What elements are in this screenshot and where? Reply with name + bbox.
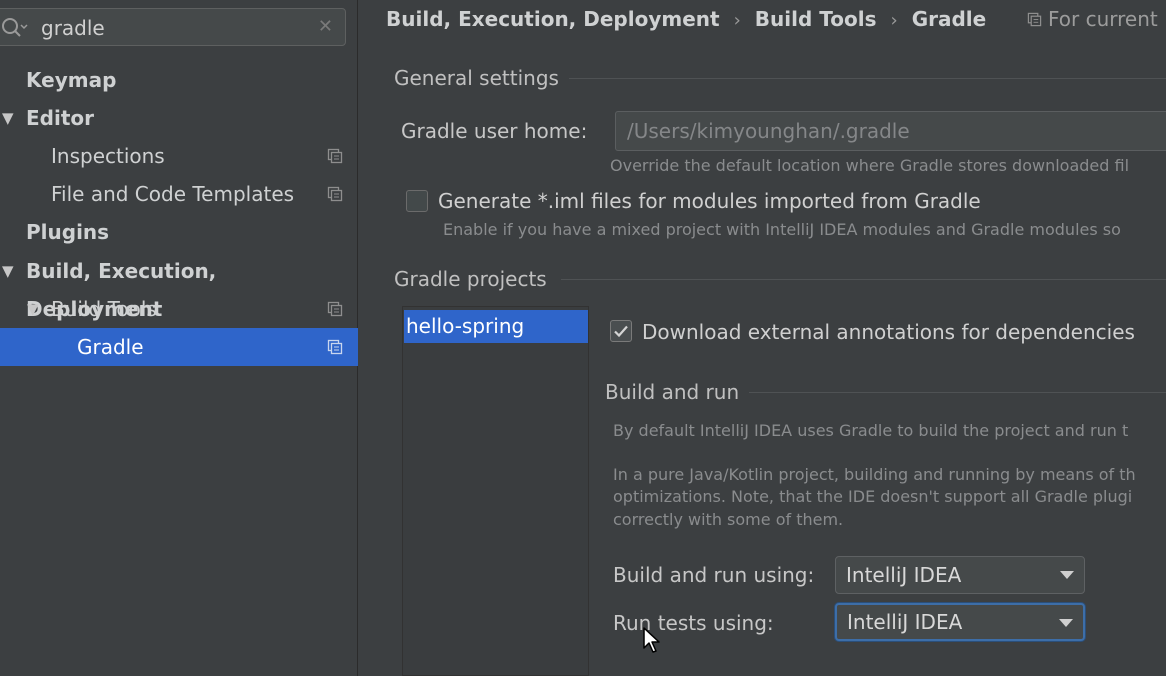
- search-input[interactable]: gradle: [41, 16, 105, 40]
- generate-iml-checkbox[interactable]: [406, 190, 428, 212]
- project-scope-icon: [327, 186, 343, 202]
- breadcrumb-item[interactable]: Build, Execution, Deployment: [386, 7, 720, 31]
- sidebar-item-label: Keymap: [26, 68, 117, 92]
- run-tests-using-select[interactable]: IntelliJ IDEA: [835, 603, 1085, 641]
- sidebar-item-label: Gradle: [77, 335, 144, 359]
- sidebar-item-gradle[interactable]: Gradle: [0, 328, 358, 366]
- expand-arrow-icon[interactable]: ▼: [2, 99, 14, 137]
- select-value: IntelliJ IDEA: [846, 563, 962, 587]
- sidebar-item-label: Editor: [26, 106, 94, 130]
- breadcrumb-separator: ›: [733, 10, 741, 31]
- project-list-item[interactable]: hello-spring: [404, 310, 588, 343]
- gradle-projects-list[interactable]: hello-spring: [402, 306, 589, 676]
- breadcrumb-item: Gradle: [911, 7, 987, 31]
- expand-arrow-icon[interactable]: ▼: [2, 252, 14, 290]
- sidebar-item-keymap[interactable]: Keymap: [0, 61, 358, 99]
- scope-label: For current: [1048, 7, 1158, 31]
- checkmark-icon: [614, 325, 628, 338]
- search-field[interactable]: gradle ✕: [0, 8, 346, 46]
- sidebar-item-label: Build Tools: [51, 297, 157, 321]
- sidebar-item-editor[interactable]: ▼ Editor: [0, 99, 358, 137]
- build-run-note-line: optimizations. Note, that the IDE doesn'…: [613, 487, 1133, 506]
- gradle-user-home-label: Gradle user home:: [401, 119, 588, 143]
- scope-indicator: For current: [1027, 0, 1158, 38]
- select-value: IntelliJ IDEA: [847, 610, 963, 634]
- settings-content: Build, Execution, Deployment › Build Tools…: [359, 0, 1166, 676]
- sidebar-item-label: Inspections: [51, 144, 165, 168]
- mouse-cursor-icon: [643, 627, 660, 653]
- chevron-down-icon: [1059, 619, 1073, 627]
- project-scope-icon: [1027, 12, 1042, 27]
- build-and-run-using-select[interactable]: IntelliJ IDEA: [835, 556, 1085, 594]
- section-divider: [569, 78, 1166, 79]
- generate-iml-label[interactable]: Generate *.iml files for modules importe…: [438, 189, 981, 213]
- gradle-user-home-hint: Override the default location where Grad…: [610, 156, 1130, 175]
- gradle-projects-title: Gradle projects: [394, 267, 547, 291]
- search-icon: [2, 18, 28, 37]
- build-run-note-line: In a pure Java/Kotlin project, building …: [613, 465, 1136, 484]
- download-annotations-checkbox[interactable]: [610, 320, 632, 342]
- sidebar-item-label: File and Code Templates: [51, 182, 295, 206]
- breadcrumb-item[interactable]: Build Tools: [755, 7, 877, 31]
- breadcrumb: Build, Execution, Deployment › Build Tools…: [386, 0, 986, 38]
- general-settings-title: General settings: [394, 66, 559, 90]
- section-divider: [561, 279, 1166, 280]
- build-and-run-using-label: Build and run using:: [613, 563, 815, 587]
- project-scope-icon: [327, 301, 343, 317]
- settings-window: gradle ✕ Keymap ▼ Editor Inspections Fil…: [0, 0, 1166, 676]
- build-run-description: By default IntelliJ IDEA uses Gradle to …: [613, 421, 1129, 440]
- build-and-run-title: Build and run: [605, 380, 740, 404]
- sidebar-item-build-tools[interactable]: ▼ Build Tools: [0, 290, 358, 328]
- run-tests-using-label: Run tests using:: [613, 611, 774, 635]
- settings-sidebar: gradle ✕ Keymap ▼ Editor Inspections Fil…: [0, 0, 358, 676]
- sidebar-item-file-and-code-templates[interactable]: File and Code Templates: [0, 175, 358, 213]
- build-run-note-line: correctly with some of them.: [613, 510, 844, 529]
- close-icon[interactable]: ✕: [318, 16, 333, 38]
- sidebar-item-inspections[interactable]: Inspections: [0, 137, 358, 175]
- breadcrumb-separator: ›: [890, 10, 898, 31]
- section-divider: [749, 392, 1166, 393]
- chevron-down-icon: [1060, 571, 1074, 579]
- gradle-user-home-input[interactable]: /Users/kimyounghan/.gradle: [615, 111, 1166, 151]
- download-annotations-label[interactable]: Download external annotations for depend…: [642, 320, 1135, 344]
- project-scope-icon: [327, 148, 343, 164]
- sidebar-item-label: Plugins: [26, 220, 110, 244]
- sidebar-item-plugins[interactable]: Plugins: [0, 213, 358, 251]
- project-scope-icon: [327, 339, 343, 355]
- expand-arrow-icon[interactable]: ▼: [27, 290, 39, 328]
- sidebar-item-build-execution-deployment[interactable]: ▼ Build, Execution, Deployment: [0, 252, 358, 321]
- generate-iml-hint: Enable if you have a mixed project with …: [443, 220, 1121, 239]
